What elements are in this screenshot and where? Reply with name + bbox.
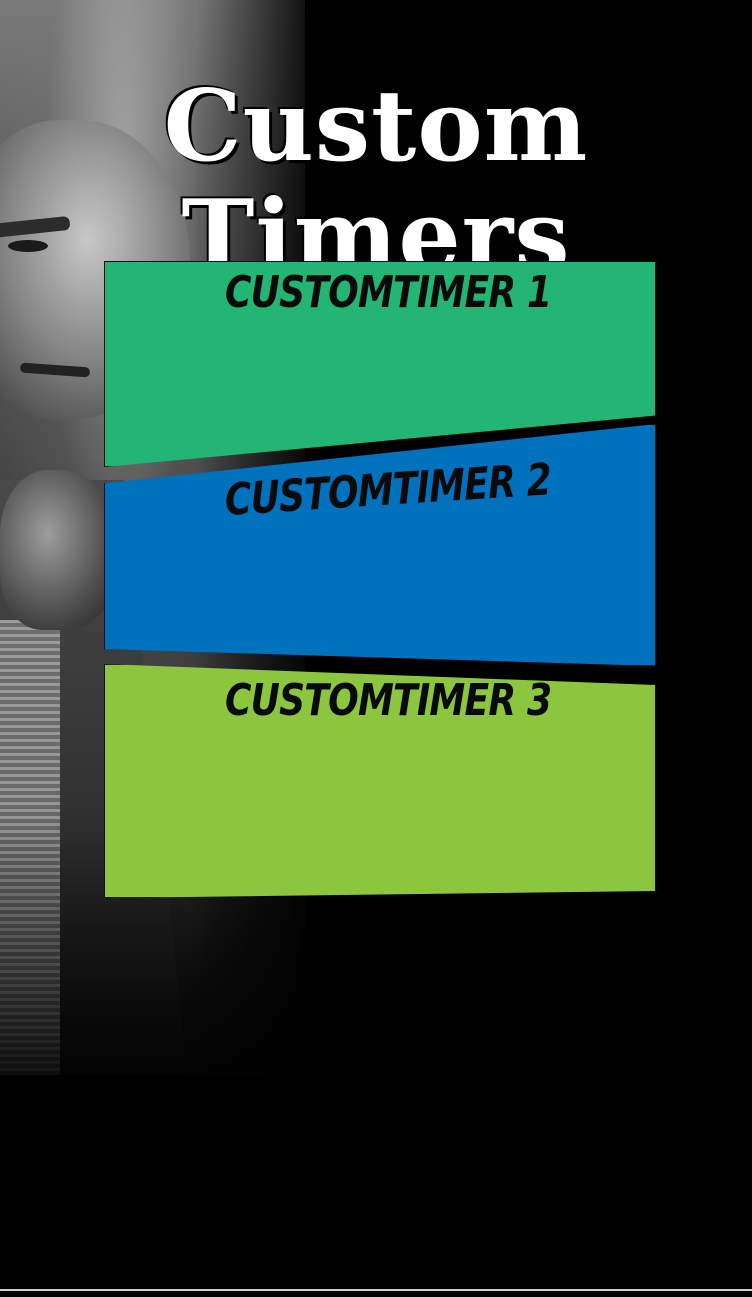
bottom-divider	[0, 1289, 752, 1291]
custom-timer-1-label: Customtimer 1	[225, 267, 552, 318]
character-fist	[0, 470, 120, 630]
custom-timer-3-label: Customtimer 3	[225, 675, 552, 726]
custom-timer-3-button[interactable]: Customtimer 3	[104, 664, 656, 898]
page-title: Custom Timers	[163, 68, 589, 294]
